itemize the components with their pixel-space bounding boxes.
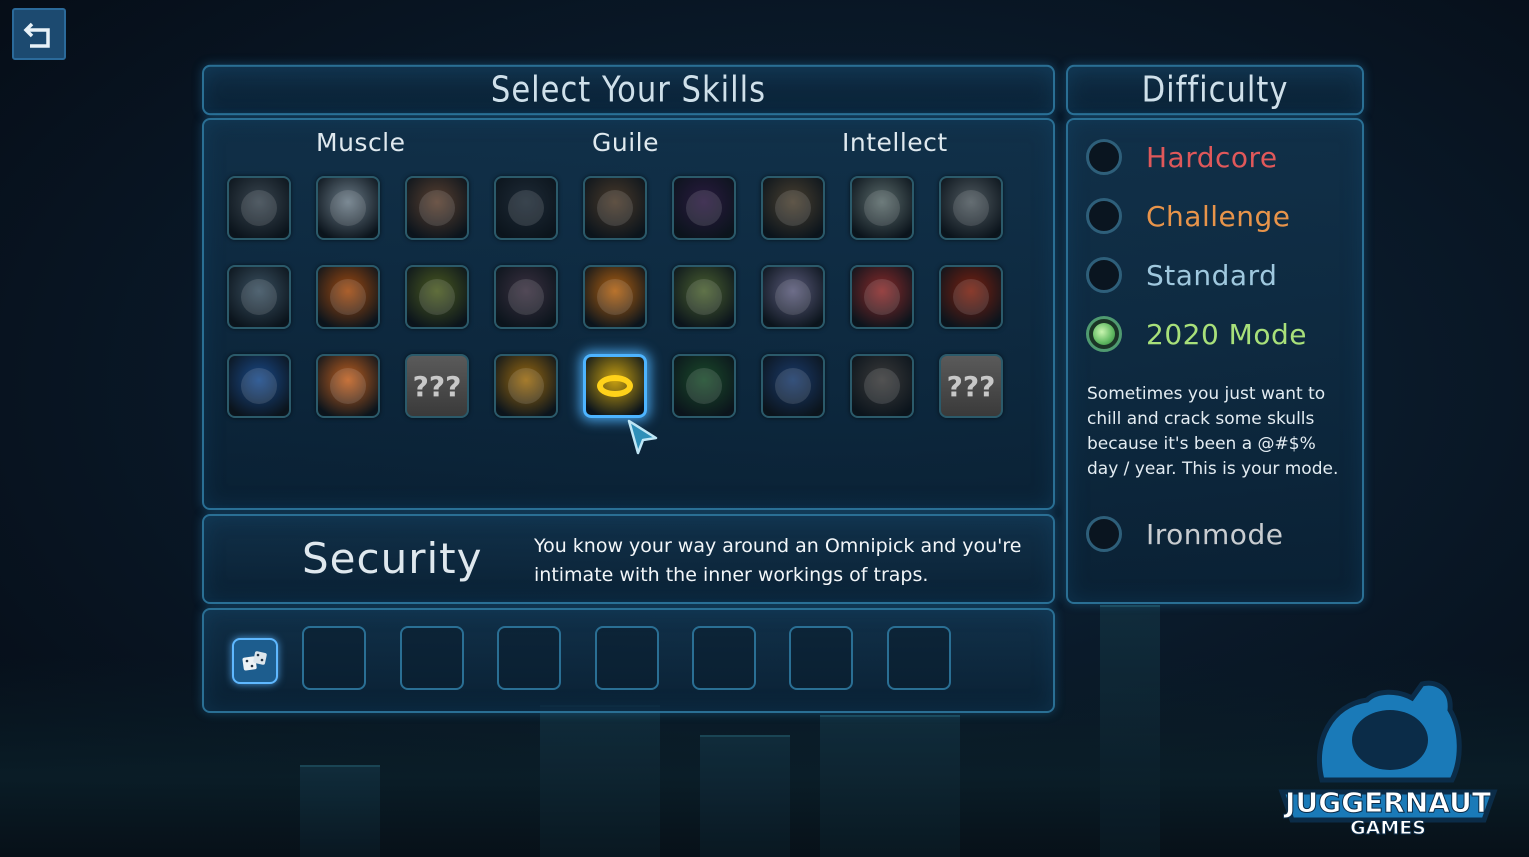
potion-icon [953, 279, 989, 315]
skill-flex-arm[interactable] [227, 354, 291, 418]
loadout-slot-6[interactable] [692, 626, 756, 690]
loadout-slot-3[interactable] [400, 626, 464, 690]
shadow-runner-icon [686, 368, 722, 404]
difficulty-option-hardcore[interactable]: Hardcore [1086, 139, 1278, 175]
skill-locked[interactable]: ??? [939, 354, 1003, 418]
locked-icon: ??? [946, 369, 996, 403]
skill-locked[interactable]: ??? [405, 354, 469, 418]
portrait-shadow-icon [686, 190, 722, 226]
difficulty-label-2020-mode: 2020 Mode [1146, 317, 1307, 351]
loadout-slot-2[interactable] [302, 626, 366, 690]
radio-standard[interactable] [1086, 257, 1122, 293]
fist-icon [330, 368, 366, 404]
skills-panel-header: Select Your Skills [202, 64, 1055, 116]
portrait-bronze-armor-icon [419, 190, 455, 226]
radio-challenge[interactable] [1086, 198, 1122, 234]
rage-icon [330, 279, 366, 315]
cursor-icon [627, 419, 658, 455]
skill-portrait-android[interactable] [850, 176, 914, 240]
skill-omnipick-ring[interactable] [583, 354, 647, 418]
difficulty-panel-header: Difficulty [1066, 64, 1364, 116]
skill-portrait-alien[interactable] [939, 176, 1003, 240]
dice-slot[interactable] [232, 638, 278, 684]
skill-gun-blast[interactable] [405, 265, 469, 329]
skill-description-line-2: intimate with the inner workings of trap… [534, 564, 929, 586]
dash-icon [508, 279, 544, 315]
omnipick-ring-icon [597, 375, 633, 397]
portrait-hooded-icon [597, 190, 633, 226]
locked-icon: ??? [412, 369, 462, 403]
portrait-alien-icon [953, 190, 989, 226]
logo-text-line-2: GAMES [1350, 817, 1426, 839]
skill-grenade[interactable] [761, 265, 825, 329]
loadout-slot-5[interactable] [595, 626, 659, 690]
third-eye-icon [864, 279, 900, 315]
radio-hardcore[interactable] [1086, 139, 1122, 175]
ironmode-label: Ironmode [1146, 517, 1284, 551]
skill-potion[interactable] [939, 265, 1003, 329]
skill-portrait-gasmask[interactable] [761, 176, 825, 240]
juggernaut-games-logo: JUGGERNAUT GAMES [1272, 680, 1504, 840]
skill-third-eye[interactable] [850, 265, 914, 329]
skill-dash[interactable] [494, 265, 558, 329]
orbs-icon [864, 368, 900, 404]
skill-shadow-runner[interactable] [672, 354, 736, 418]
skill-hologram[interactable] [761, 354, 825, 418]
skill-explosive-shot[interactable] [672, 265, 736, 329]
flex-arm-icon [241, 368, 277, 404]
skill-info-panel: Security You know your way around an Omn… [202, 514, 1055, 604]
skill-portrait-mech[interactable] [227, 176, 291, 240]
back-arrow-icon [23, 22, 50, 48]
skill-mace[interactable] [227, 265, 291, 329]
skill-name: Security [302, 534, 483, 583]
difficulty-description: Sometimes you just want to chill and cra… [1087, 384, 1339, 479]
skill-fist[interactable] [316, 354, 380, 418]
category-muscle: Muscle [316, 128, 406, 157]
loadout-slot-7[interactable] [789, 626, 853, 690]
category-guile: Guile [592, 128, 659, 157]
skill-totem[interactable] [494, 354, 558, 418]
skill-portrait-shadow[interactable] [672, 176, 736, 240]
loadout-slot-4[interactable] [497, 626, 561, 690]
grenade-icon [775, 279, 811, 315]
totem-icon [508, 368, 544, 404]
skill-crossed-swords[interactable] [583, 265, 647, 329]
gun-blast-icon [419, 279, 455, 315]
skill-portrait-hooded[interactable] [583, 176, 647, 240]
skill-portrait-bronze-armor[interactable] [405, 176, 469, 240]
portrait-white-armor-icon [330, 190, 366, 226]
logo-text-line-1: JUGGERNAUT [1283, 786, 1491, 819]
explosive-shot-icon [686, 279, 722, 315]
crossed-swords-icon [597, 279, 633, 315]
mace-icon [241, 279, 277, 315]
difficulty-option-2020-mode[interactable]: 2020 Mode [1086, 316, 1307, 352]
hologram-icon [775, 368, 811, 404]
loadout-slot-8[interactable] [887, 626, 951, 690]
difficulty-title: Difficulty [1141, 69, 1289, 111]
portrait-android-icon [864, 190, 900, 226]
difficulty-label-standard: Standard [1146, 258, 1278, 292]
portrait-dark-robot-icon [508, 190, 544, 226]
portrait-gasmask-icon [775, 190, 811, 226]
ironmode-option[interactable]: Ironmode [1086, 516, 1283, 552]
difficulty-option-standard[interactable]: Standard [1086, 257, 1277, 293]
portrait-mech-icon [241, 190, 277, 226]
skill-orbs[interactable] [850, 354, 914, 418]
category-intellect: Intellect [842, 128, 948, 157]
back-button[interactable] [12, 8, 66, 60]
skill-portrait-dark-robot[interactable] [494, 176, 558, 240]
skill-rage[interactable] [316, 265, 380, 329]
skills-panel-title: Select Your Skills [490, 69, 767, 111]
dice-icon [242, 651, 267, 671]
skill-portrait-white-armor[interactable] [316, 176, 380, 240]
difficulty-option-challenge[interactable]: Challenge [1086, 198, 1291, 234]
difficulty-label-hardcore: Hardcore [1146, 140, 1278, 174]
radio-ironmode[interactable] [1086, 516, 1122, 552]
difficulty-label-challenge: Challenge [1146, 199, 1291, 233]
skill-description-line-1: You know your way around an Omnipick and… [534, 535, 1022, 557]
radio-2020-mode[interactable] [1086, 316, 1122, 352]
